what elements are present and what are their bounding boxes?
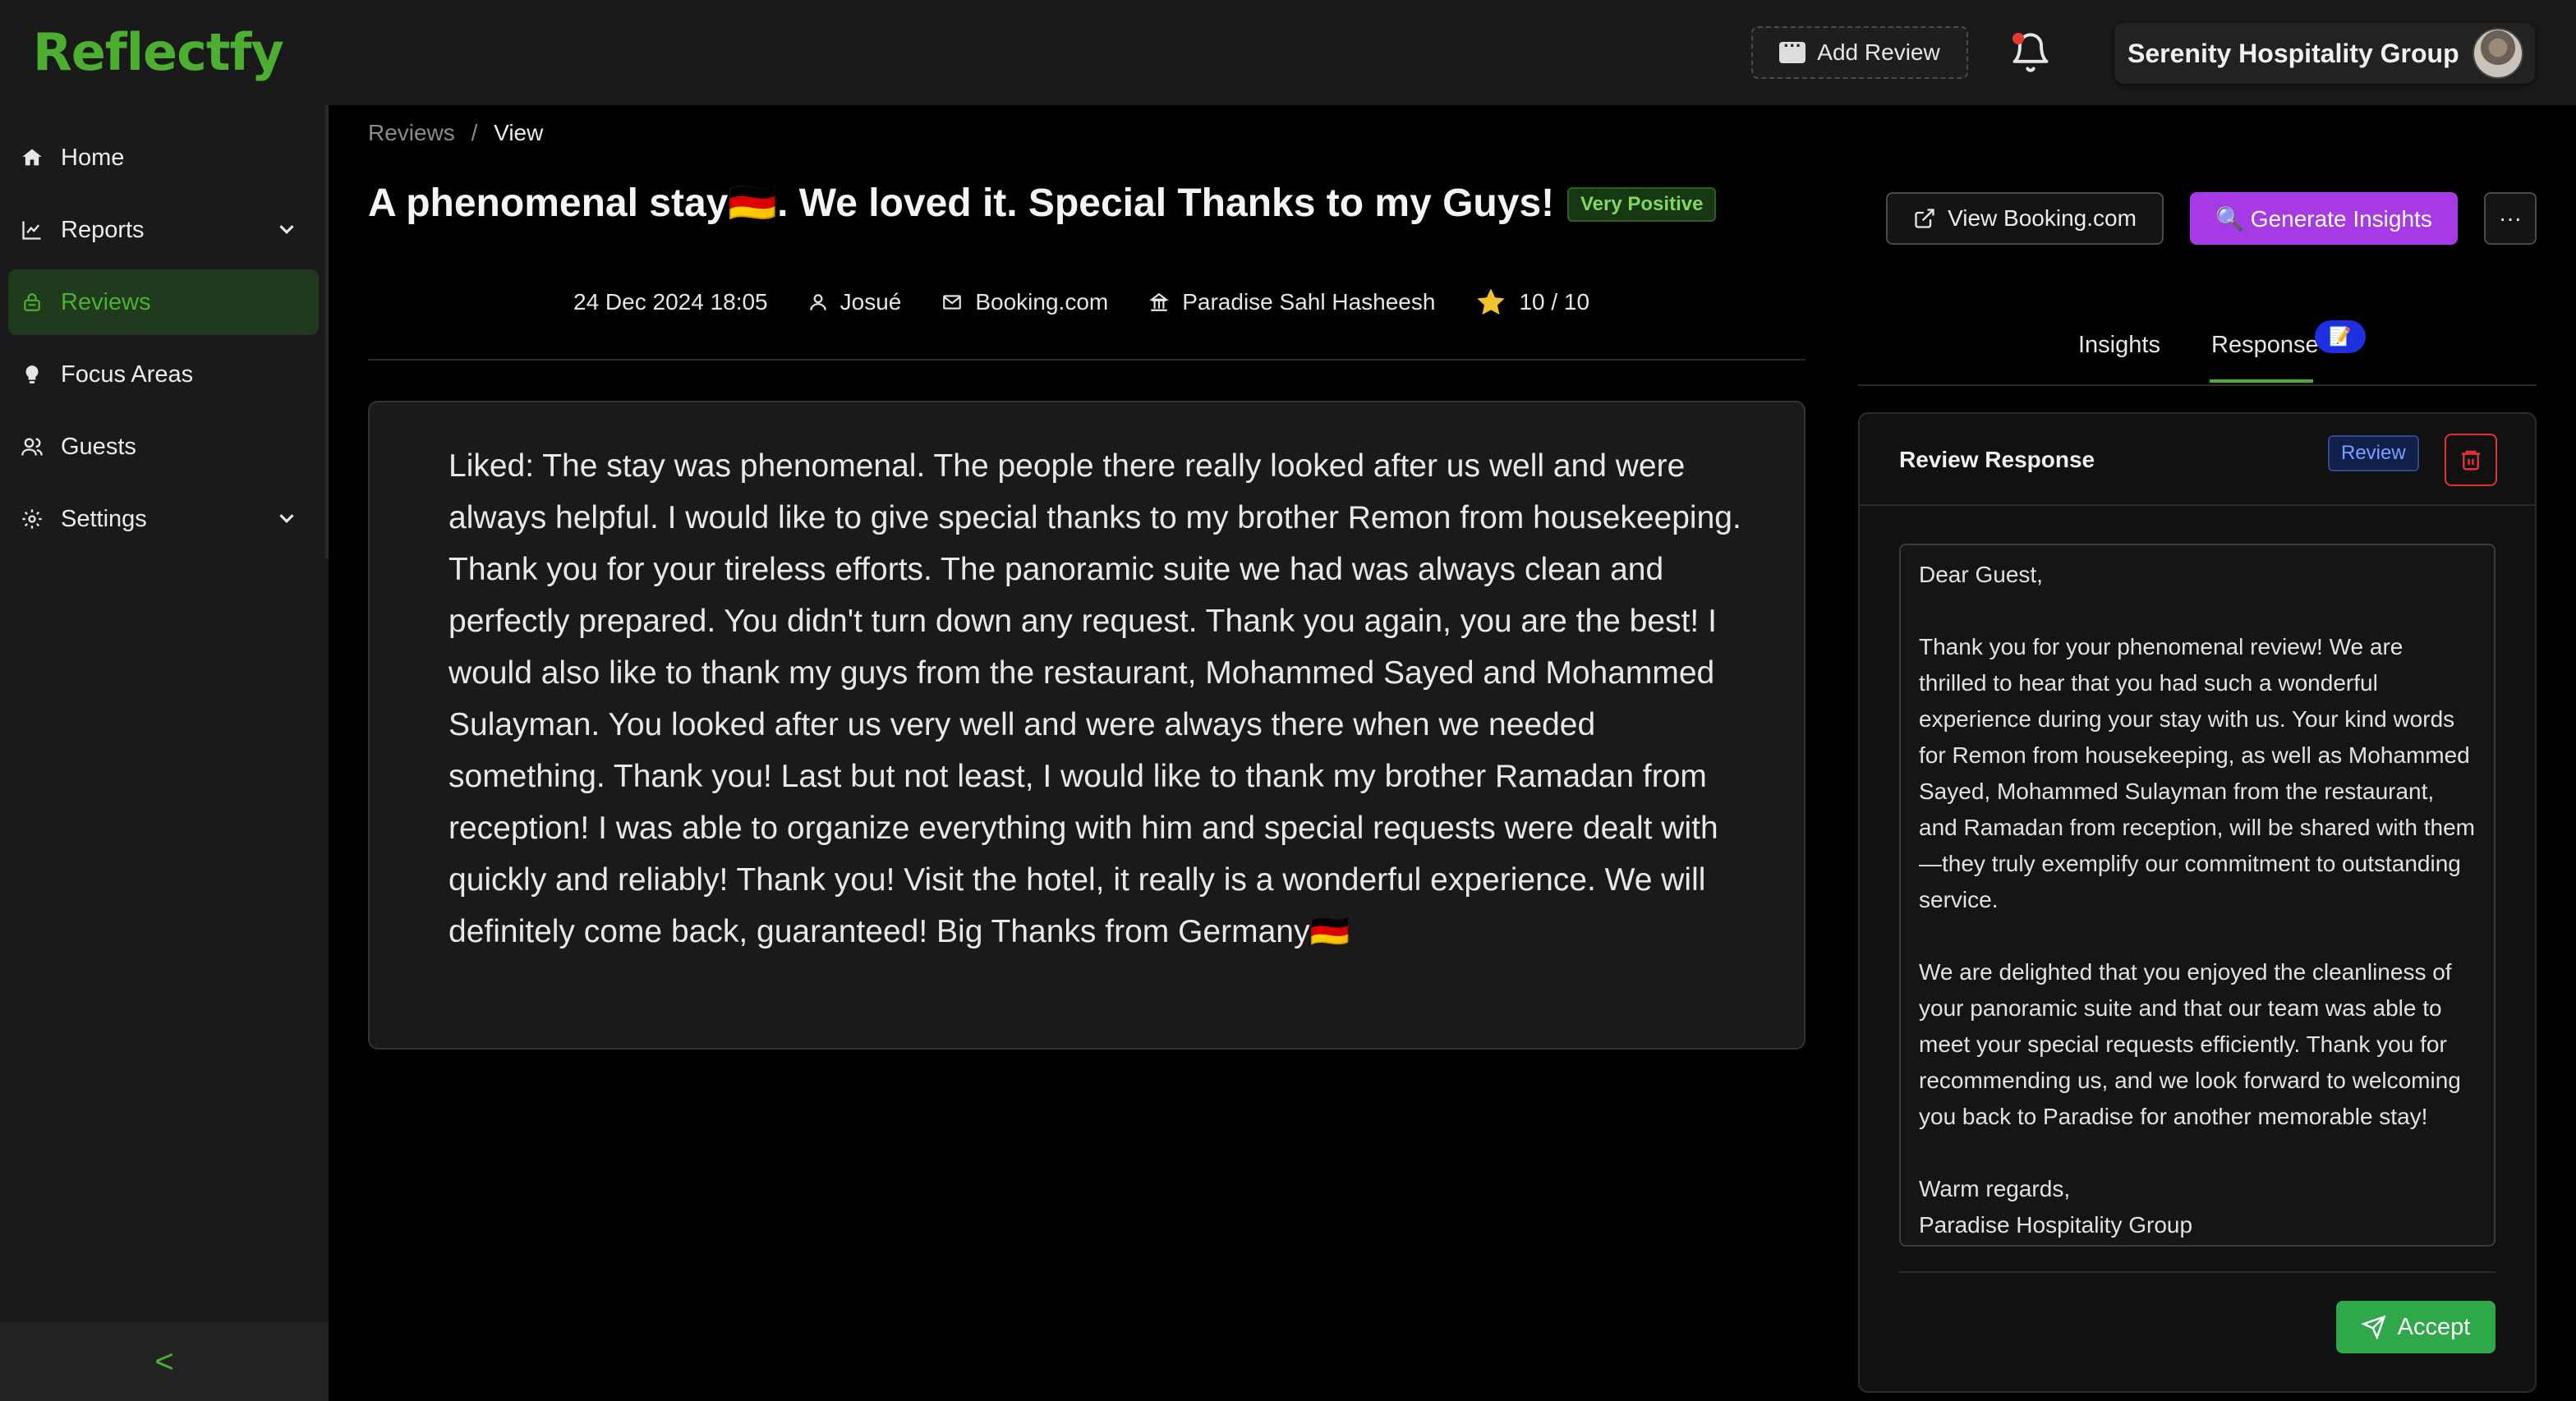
tab-active-indicator — [2210, 379, 2313, 383]
view-booking-button[interactable]: View Booking.com — [1886, 192, 2164, 245]
sidebar-item-label: Guests — [61, 433, 136, 460]
home-icon — [20, 145, 44, 170]
chat-icon — [1779, 35, 1806, 63]
review-guest-text: Josué — [840, 289, 902, 315]
review-source-text: Booking.com — [975, 289, 1109, 315]
collapse-sidebar-button[interactable]: < — [0, 1322, 329, 1401]
users-icon — [20, 434, 44, 459]
chevron-left-icon: < — [154, 1343, 174, 1380]
review-rating: 10 / 10 — [1474, 286, 1589, 319]
review-guest: Josué — [807, 289, 902, 315]
sidebar-item-home[interactable]: Home — [8, 125, 319, 191]
top-bar: Reflectfy Add Review Serenity Hospitalit… — [0, 0, 2576, 105]
review-meta: 24 Dec 2024 18:05 Josué Booking.com Para… — [573, 286, 1589, 319]
view-booking-label: View Booking.com — [1948, 205, 2137, 231]
sidebar-item-focus-areas[interactable]: Focus Areas — [8, 342, 319, 407]
star-icon — [1477, 288, 1506, 315]
response-title: Review Response — [1899, 447, 2095, 472]
response-status-badge: Review — [2328, 435, 2419, 471]
bulb-icon — [20, 362, 44, 387]
page-title: A phenomenal stay🇩🇪. We loved it. Specia… — [368, 181, 1555, 225]
breadcrumb: Reviews / View — [368, 120, 543, 146]
sidebar-item-reports[interactable]: Reports — [8, 197, 319, 263]
review-card: Liked: The stay was phenomenal. The peop… — [368, 401, 1806, 1050]
mail-icon — [943, 295, 962, 310]
app-logo[interactable]: Reflectfy — [33, 23, 284, 82]
sidebar-item-label: Focus Areas — [61, 361, 194, 388]
avatar — [2472, 28, 2523, 79]
delete-response-button[interactable] — [2445, 434, 2497, 486]
trash-icon — [2461, 450, 2481, 471]
accept-button[interactable]: Accept — [2336, 1301, 2496, 1353]
sentiment-badge: Very Positive — [1567, 187, 1717, 222]
breadcrumb-separator: / — [471, 120, 478, 145]
chart-icon — [20, 218, 44, 242]
generate-insights-label: 🔍 Generate Insights — [2215, 205, 2432, 232]
generate-insights-button[interactable]: 🔍 Generate Insights — [2190, 192, 2458, 245]
sidebar-item-label: Home — [61, 144, 125, 171]
breadcrumb-current: View — [494, 120, 544, 145]
chevron-down-icon — [279, 225, 294, 234]
review-date: 24 Dec 2024 18:05 — [573, 289, 768, 315]
sidebar-item-label: Settings — [61, 505, 147, 532]
review-date-text: 24 Dec 2024 18:05 — [573, 289, 768, 315]
divider — [368, 359, 1806, 361]
review-source: Booking.com — [941, 289, 1108, 315]
review-body: Liked: The stay was phenomenal. The peop… — [448, 448, 1741, 949]
sidebar-item-label: Reports — [61, 216, 145, 243]
response-header: Review Response Review — [1860, 414, 2535, 506]
building-icon — [1149, 292, 1170, 311]
lock-icon — [20, 290, 44, 315]
add-review-label: Add Review — [1817, 39, 1940, 65]
response-textarea[interactable]: Dear Guest, Thank you for your phenomena… — [1899, 544, 2496, 1247]
accept-label: Accept — [2397, 1313, 2471, 1340]
sidebar-item-reviews[interactable]: Reviews — [8, 269, 319, 335]
tabs-divider — [1858, 384, 2537, 386]
divider — [1899, 1271, 2496, 1273]
user-icon — [809, 294, 826, 310]
external-link-icon — [1915, 209, 1934, 228]
tab-insights[interactable]: Insights — [2078, 332, 2160, 359]
ellipsis-icon: ··· — [2499, 205, 2522, 231]
tab-label: Insights — [2078, 332, 2160, 358]
tab-response[interactable]: Response — [2211, 332, 2319, 359]
sidebar-scrollbar[interactable] — [325, 105, 329, 558]
breadcrumb-reviews[interactable]: Reviews — [368, 120, 455, 145]
response-card: Review Response Review Dear Guest, Thank… — [1858, 412, 2537, 1393]
review-rating-text: 10 / 10 — [1519, 289, 1590, 315]
more-options-button[interactable]: ··· — [2484, 192, 2537, 245]
gear-icon — [20, 507, 44, 531]
notification-badge — [2012, 33, 2024, 44]
sidebar-item-guests[interactable]: Guests — [8, 414, 319, 480]
memo-icon: 📝 — [2315, 320, 2366, 353]
chevron-down-icon — [279, 514, 294, 523]
tab-label: Response — [2211, 332, 2319, 358]
review-property-text: Paradise Sahl Hasheesh — [1182, 289, 1436, 315]
account-name: Serenity Hospitality Group — [2128, 38, 2459, 68]
sidebar-item-label: Reviews — [61, 288, 151, 315]
review-property: Paradise Sahl Hasheesh — [1148, 289, 1435, 315]
add-review-button[interactable]: Add Review — [1751, 26, 1968, 79]
send-icon — [2361, 1315, 2386, 1339]
sidebar-item-settings[interactable]: Settings — [8, 486, 319, 552]
account-menu[interactable]: Serenity Hospitality Group — [2114, 23, 2535, 84]
